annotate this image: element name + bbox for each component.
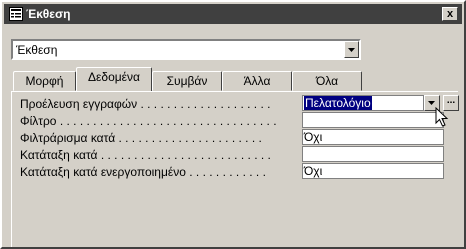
property-row-filter: Φίλτρο . . . . . . . . . . . . . . . . .… bbox=[20, 112, 460, 130]
property-value-order-by[interactable] bbox=[302, 146, 444, 162]
record-source-selected-text: Πελατολόγιο bbox=[304, 96, 372, 110]
property-label-order-by-on: Κατάταξη κατά ενεργοποιημένο . . . . . .… bbox=[20, 165, 266, 179]
property-label-filter: Φίλτρο . . . . . . . . . . . . . . . . .… bbox=[20, 114, 277, 128]
object-selector-combo[interactable]: Έκθεση bbox=[11, 39, 361, 60]
tab-data-label: Δεδομένα bbox=[88, 70, 140, 84]
close-icon: x bbox=[446, 8, 454, 20]
tab-all[interactable]: Όλα bbox=[292, 71, 362, 91]
object-selector-dropdown-button[interactable] bbox=[344, 41, 359, 58]
property-value-filter[interactable] bbox=[302, 112, 444, 128]
mouse-pointer-icon bbox=[435, 107, 449, 127]
property-row-order-by-on: Κατάταξη κατά ενεργοποιημένο . . . . . .… bbox=[20, 163, 460, 181]
tab-other[interactable]: Άλλα bbox=[222, 71, 292, 91]
chevron-down-icon bbox=[348, 48, 355, 52]
property-row-filter-on: Φιλτράρισμα κατά . . . . . . . . . . . .… bbox=[20, 129, 460, 147]
tab-format-label: Μορφή bbox=[25, 74, 64, 88]
property-label-record-source: Προέλευση εγγραφών . . . . . . . . . . .… bbox=[20, 97, 271, 111]
property-value-order-by-on[interactable]: Όχι bbox=[302, 163, 444, 179]
tab-format[interactable]: Μορφή bbox=[13, 71, 76, 91]
report-properties-window: Έκθεση x Έκθεση Μορφή Δεδομένα Συμβάν Άλ… bbox=[0, 0, 466, 249]
tab-data[interactable]: Δεδομένα bbox=[76, 67, 152, 91]
tab-event-label: Συμβάν bbox=[166, 74, 208, 88]
property-label-filter-on: Φιλτράρισμα κατά . . . . . . . . . . . .… bbox=[20, 131, 262, 145]
property-row-record-source: Προέλευση εγγραφών . . . . . . . . . . .… bbox=[20, 95, 460, 113]
close-button[interactable]: x bbox=[442, 7, 458, 21]
window-title: Έκθεση bbox=[26, 7, 71, 21]
title-bar[interactable]: Έκθεση x bbox=[4, 4, 462, 24]
object-selector-value: Έκθεση bbox=[16, 43, 58, 57]
tab-event[interactable]: Συμβάν bbox=[152, 71, 222, 91]
property-value-record-source[interactable]: Πελατολόγιο bbox=[302, 95, 424, 111]
property-value-filter-on[interactable]: Όχι bbox=[302, 129, 444, 145]
property-label-order-by: Κατάταξη κατά . . . . . . . . . . . . . … bbox=[20, 148, 271, 162]
chevron-down-icon bbox=[428, 101, 435, 105]
builder-ellipsis-icon: ... bbox=[446, 95, 456, 106]
tab-all-label: Όλα bbox=[315, 74, 339, 88]
properties-icon bbox=[9, 7, 23, 21]
property-row-order-by: Κατάταξη κατά . . . . . . . . . . . . . … bbox=[20, 146, 460, 164]
tab-other-label: Άλλα bbox=[243, 74, 271, 88]
